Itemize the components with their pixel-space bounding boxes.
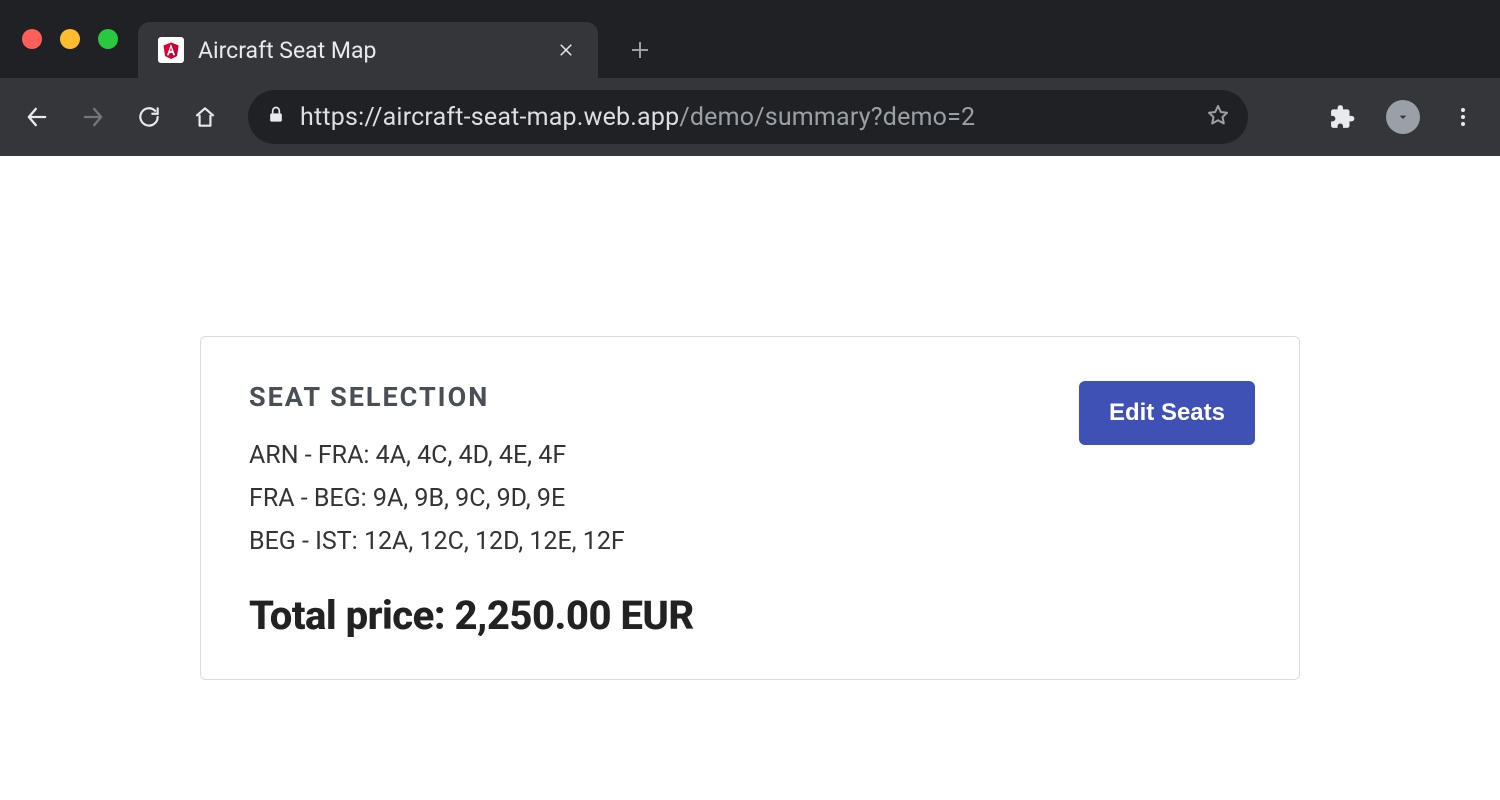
toolbar-right [1318, 92, 1488, 142]
back-button[interactable] [12, 92, 62, 142]
browser-chrome: Aircraft Seat Map https://aircraft-s [0, 0, 1500, 156]
omnibox[interactable]: https://aircraft-seat-map.web.app/demo/s… [248, 90, 1248, 144]
route-line: ARN - FRA: 4A, 4C, 4D, 4E, 4F [249, 441, 1251, 470]
profile-button[interactable] [1386, 100, 1420, 134]
menu-button[interactable] [1438, 92, 1488, 142]
lock-icon [266, 105, 286, 129]
star-icon[interactable] [1206, 103, 1230, 131]
extensions-button[interactable] [1318, 92, 1368, 142]
url-text: https://aircraft-seat-map.web.app/demo/s… [300, 103, 1192, 132]
seat-selection-card: SEAT SELECTION Edit Seats ARN - FRA: 4A,… [200, 336, 1300, 680]
total-price-value: 2,250.00 EUR [454, 592, 693, 639]
forward-button[interactable] [68, 92, 118, 142]
toolbar-row: https://aircraft-seat-map.web.app/demo/s… [0, 78, 1500, 156]
window-maximize-button[interactable] [98, 29, 118, 49]
tabs-row: Aircraft Seat Map [0, 0, 1500, 78]
url-scheme: https:// [300, 103, 383, 132]
edit-seats-button[interactable]: Edit Seats [1079, 381, 1255, 445]
home-button[interactable] [180, 92, 230, 142]
tab-close-button[interactable] [554, 38, 578, 62]
url-path: /demo/summary?demo=2 [679, 103, 975, 132]
window-close-button[interactable] [22, 29, 42, 49]
angular-favicon-icon [158, 37, 184, 63]
route-line: FRA - BEG: 9A, 9B, 9C, 9D, 9E [249, 484, 1251, 513]
total-price: Total price: 2,250.00 EUR [249, 592, 1251, 639]
routes-list: ARN - FRA: 4A, 4C, 4D, 4E, 4F FRA - BEG:… [249, 441, 1251, 556]
new-tab-button[interactable] [618, 28, 662, 72]
url-host: aircraft-seat-map.web.app [383, 103, 680, 132]
total-price-label: Total price: [249, 592, 445, 639]
reload-button[interactable] [124, 92, 174, 142]
window-controls [18, 0, 126, 78]
window-minimize-button[interactable] [60, 29, 80, 49]
tab-title: Aircraft Seat Map [198, 37, 540, 64]
page-content: SEAT SELECTION Edit Seats ARN - FRA: 4A,… [0, 156, 1500, 680]
route-line: BEG - IST: 12A, 12C, 12D, 12E, 12F [249, 527, 1251, 556]
browser-tab[interactable]: Aircraft Seat Map [138, 22, 598, 78]
